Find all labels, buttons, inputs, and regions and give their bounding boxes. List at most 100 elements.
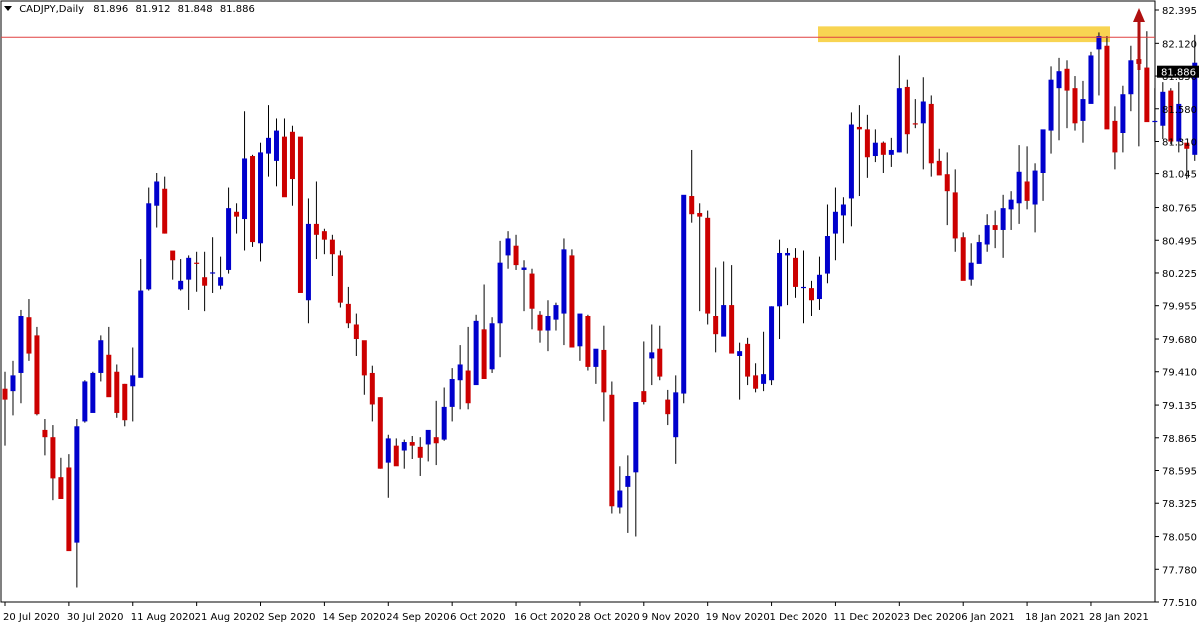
x-tick-label: 1 Dec 2020 xyxy=(770,612,828,623)
candle-body xyxy=(928,103,934,164)
candle-body xyxy=(1048,79,1054,131)
candle-body xyxy=(761,374,767,384)
candle-body xyxy=(26,317,32,354)
candle-body xyxy=(2,388,8,400)
candle-body xyxy=(641,391,647,403)
candle-body xyxy=(697,212,703,217)
candle-body xyxy=(561,249,567,314)
y-tick-label: 79.410 xyxy=(1162,368,1197,379)
candle-body xyxy=(633,402,639,473)
candle xyxy=(585,314,591,371)
chevron-down-icon[interactable] xyxy=(4,6,12,11)
candle-body xyxy=(569,255,575,348)
candle-body xyxy=(401,442,407,451)
candle-body xyxy=(721,305,727,337)
candle-body xyxy=(154,181,160,206)
candle-body xyxy=(1056,71,1062,89)
x-tick-label: 21 Aug 2020 xyxy=(195,612,259,623)
candle-body xyxy=(226,208,232,270)
candle-body xyxy=(1016,171,1022,204)
candle xyxy=(90,371,96,413)
candle-body xyxy=(74,426,80,543)
candle xyxy=(1104,36,1110,130)
candle-body xyxy=(369,372,375,405)
candle-body xyxy=(1104,45,1110,130)
candle-body xyxy=(42,429,48,438)
candle-body xyxy=(210,272,216,274)
y-tick-label: 81.580 xyxy=(1162,105,1197,116)
candle-body xyxy=(146,203,152,290)
current-price-label: 81.886 xyxy=(1161,68,1196,79)
candle-body xyxy=(194,262,200,264)
candle-body xyxy=(449,379,455,407)
candle-body xyxy=(186,257,192,280)
candle-body xyxy=(1008,199,1014,210)
candle-body xyxy=(649,352,655,359)
candle-body xyxy=(497,262,503,324)
candle-body xyxy=(393,445,399,467)
candle-body xyxy=(138,290,144,378)
candle-body xyxy=(1040,129,1046,173)
candle-body xyxy=(1120,94,1126,134)
x-tick-label: 18 Jan 2021 xyxy=(1025,612,1085,623)
symbol-label: CADJPY,Daily xyxy=(19,4,85,15)
candle-body xyxy=(90,372,96,413)
candle-body xyxy=(513,245,519,266)
candle-body xyxy=(281,136,287,198)
candle-body xyxy=(1064,68,1070,91)
candle-body xyxy=(912,123,918,125)
y-tick-label: 79.680 xyxy=(1162,335,1197,346)
x-tick-label: 11 Aug 2020 xyxy=(131,612,195,623)
candle xyxy=(1088,51,1094,104)
y-tick-label: 77.780 xyxy=(1162,565,1197,576)
candle-body xyxy=(321,231,327,240)
candle xyxy=(337,250,343,308)
candle-body xyxy=(1088,55,1094,104)
candle-body xyxy=(289,131,295,180)
candle-body xyxy=(377,397,383,469)
candle-body xyxy=(1032,170,1038,205)
candle-body xyxy=(952,192,958,239)
y-tick-label: 78.325 xyxy=(1162,499,1197,510)
candle-body xyxy=(737,351,743,356)
candle-body xyxy=(473,320,479,386)
candle-body xyxy=(673,392,679,438)
candle-body xyxy=(904,86,910,135)
candle-body xyxy=(305,223,311,301)
y-tick-label: 79.135 xyxy=(1162,401,1197,412)
candle-body xyxy=(657,348,663,377)
candle-body xyxy=(681,194,687,394)
candle-body xyxy=(713,315,719,335)
candle-body xyxy=(824,236,830,274)
candle xyxy=(122,383,128,427)
candle-body xyxy=(753,375,759,389)
candle-body xyxy=(1128,60,1134,95)
x-tick-label: 9 Nov 2020 xyxy=(642,612,700,623)
candle xyxy=(769,306,775,386)
candle-body xyxy=(409,442,415,446)
candle-body xyxy=(705,217,711,314)
low-value: 81.848 xyxy=(177,4,213,15)
candle xyxy=(705,210,711,325)
candle-body xyxy=(936,160,942,176)
candle-body xyxy=(840,204,846,216)
x-tick-label: 24 Sep 2020 xyxy=(386,612,449,623)
candle-body xyxy=(178,280,184,290)
candle xyxy=(66,454,72,552)
candle-body xyxy=(1152,120,1158,123)
candle-body xyxy=(34,335,40,415)
x-tick-label: 6 Jan 2021 xyxy=(961,612,1015,623)
candle-body xyxy=(769,306,775,381)
x-tick-label: 14 Sep 2020 xyxy=(322,612,385,623)
close-value: 81.886 xyxy=(219,4,255,15)
candle-body xyxy=(234,211,240,217)
candle-body xyxy=(816,274,822,300)
candle xyxy=(681,194,687,404)
candle-body xyxy=(984,225,990,245)
high-value: 81.912 xyxy=(135,4,171,15)
price-chart[interactable]: 82.39582.12081.85081.58081.31081.04580.7… xyxy=(0,0,1200,627)
candle-body xyxy=(297,136,303,293)
candle-body xyxy=(258,152,264,244)
candle-body xyxy=(242,158,248,220)
y-tick-label: 78.050 xyxy=(1162,533,1197,544)
